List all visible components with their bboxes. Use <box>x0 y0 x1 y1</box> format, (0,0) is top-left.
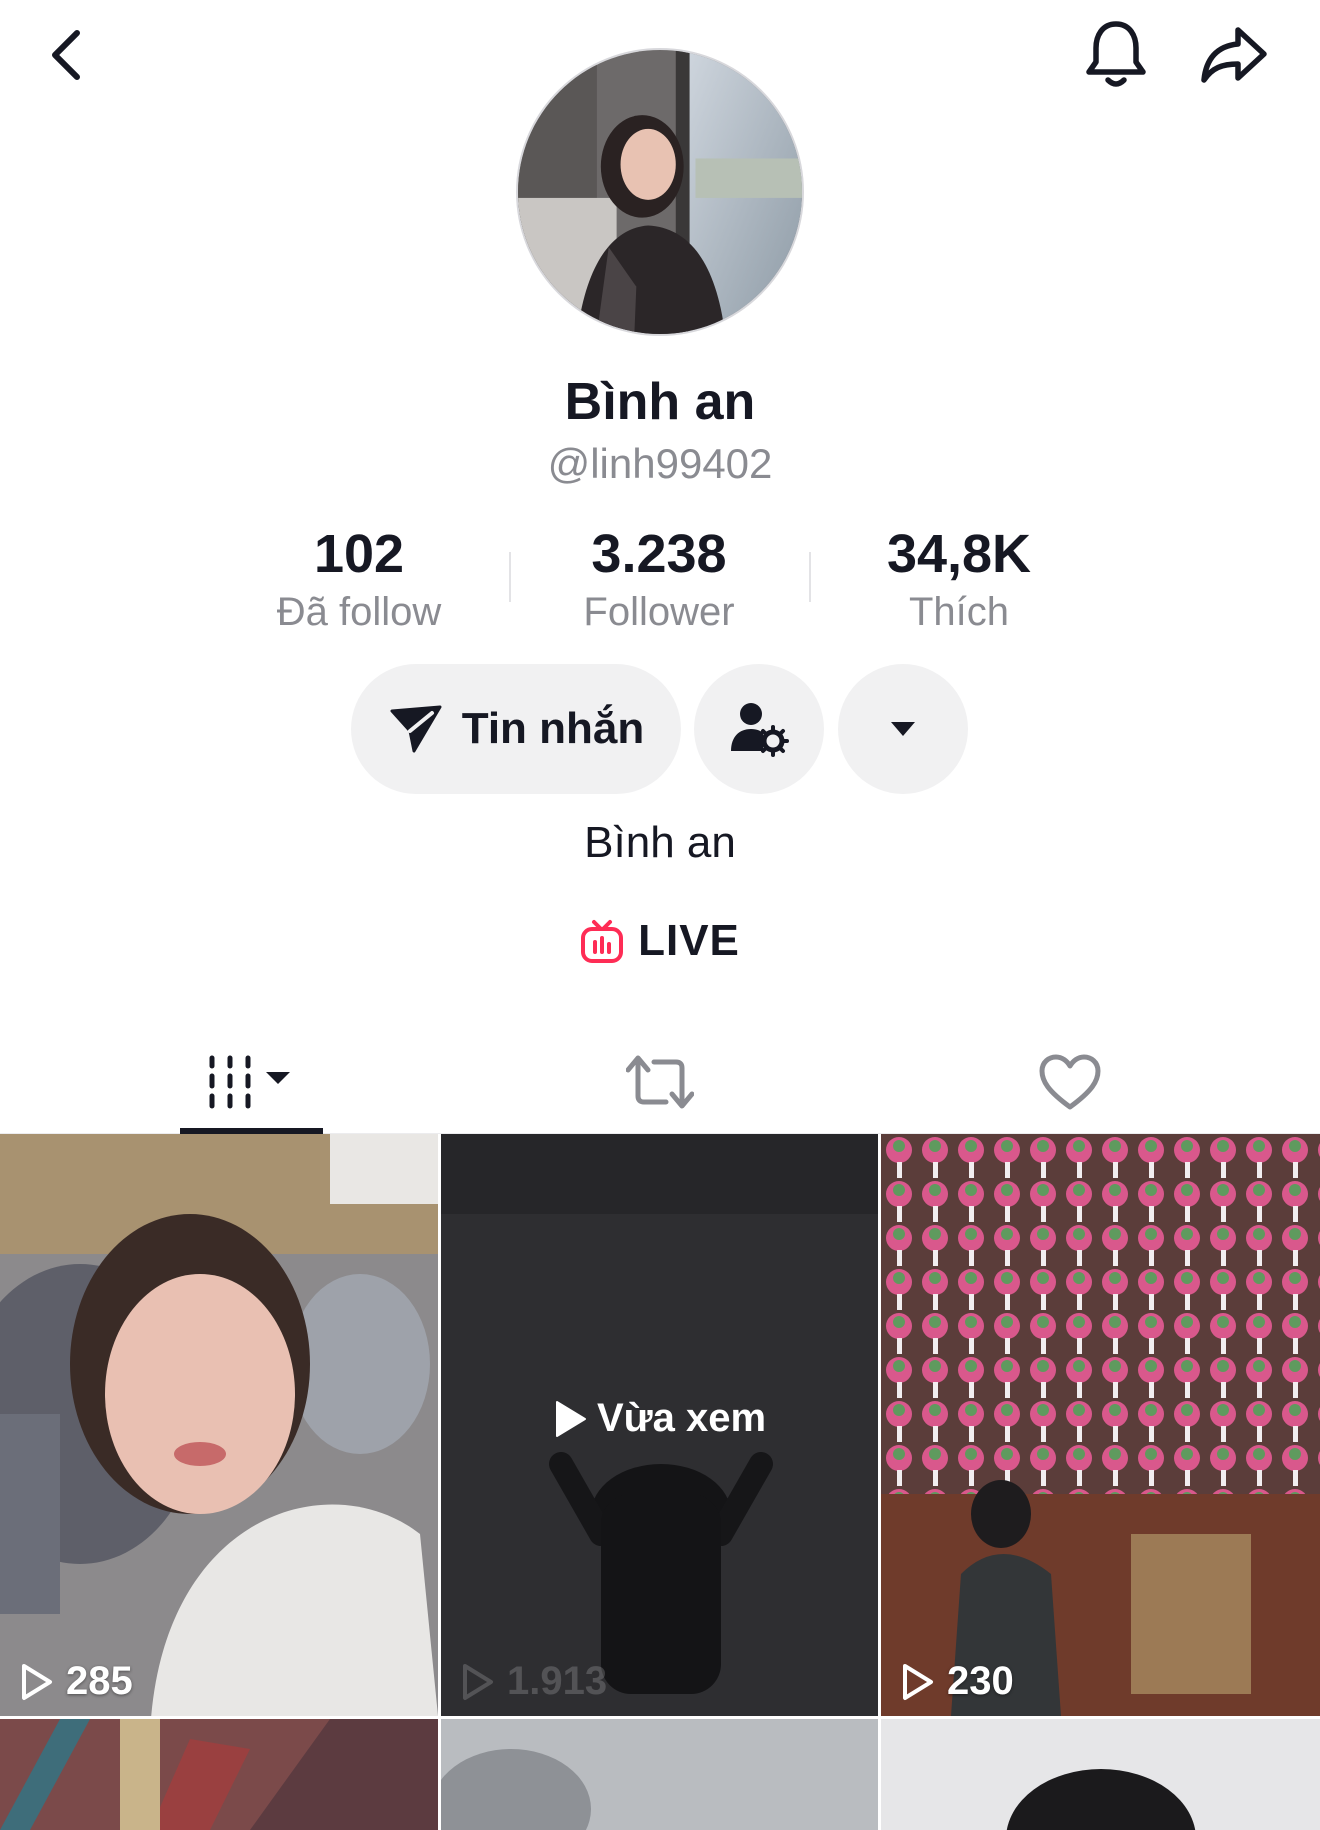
tab-reposts[interactable] <box>600 1030 720 1134</box>
view-count-text: 230 <box>947 1659 1014 1703</box>
profile-actions: Tin nhắn <box>0 664 1320 794</box>
video-thumbnail[interactable]: Vừa xem 1.913 <box>441 1134 878 1716</box>
play-outline-icon <box>22 1663 52 1700</box>
view-count: 285 <box>18 1659 133 1704</box>
view-count-text: 1.913 <box>507 1659 608 1703</box>
likes-stat[interactable]: 34,8K Thích <box>809 522 1109 636</box>
message-button-label: Tin nhắn <box>461 704 645 753</box>
username: @linh99402 <box>547 440 773 487</box>
send-icon <box>390 705 442 753</box>
video-thumbnail[interactable]: 285 <box>0 1134 438 1716</box>
tab-liked[interactable] <box>1010 1030 1130 1134</box>
share-button[interactable] <box>1196 20 1272 90</box>
play-outline-icon <box>463 1663 493 1700</box>
video-grid: 285 Vừa xem 1.913 230 <box>0 1134 1320 1830</box>
likes-count: 34,8K <box>886 524 1032 584</box>
tab-videos[interactable] <box>180 1030 323 1134</box>
video-thumbnail[interactable]: 230 <box>881 1134 1320 1716</box>
message-button[interactable]: Tin nhắn <box>351 664 681 794</box>
followers-stat[interactable]: 3.238 Follower <box>509 522 809 636</box>
video-thumbnail[interactable] <box>0 1719 438 1830</box>
followers-label: Follower <box>583 590 735 634</box>
back-arrow-icon <box>52 30 80 80</box>
play-icon <box>555 1400 586 1437</box>
more-options-button[interactable] <box>838 664 968 794</box>
user-gear-icon <box>731 703 789 757</box>
view-count: 230 <box>899 1659 1014 1704</box>
following-stat[interactable]: 102 Đã follow <box>209 522 509 636</box>
play-outline-icon <box>903 1663 933 1700</box>
view-count-text: 285 <box>66 1659 133 1703</box>
view-count: 1.913 <box>459 1659 607 1704</box>
likes-label: Thích <box>908 590 1010 634</box>
bell-icon <box>1086 21 1146 87</box>
avatar[interactable] <box>516 48 804 336</box>
video-thumbnail[interactable] <box>441 1719 878 1830</box>
content-tabs <box>0 1030 1320 1134</box>
live-link[interactable]: LIVE <box>0 916 1320 966</box>
live-tv-icon <box>581 920 624 963</box>
notifications-button[interactable] <box>1080 14 1152 94</box>
following-label: Đã follow <box>276 590 442 634</box>
recently-watched-overlay: Vừa xem <box>441 1396 878 1441</box>
grid-icon <box>209 1055 290 1109</box>
caret-down-icon <box>891 722 915 736</box>
share-icon <box>1201 27 1267 83</box>
followers-count: 3.238 <box>591 524 727 584</box>
repost-icon <box>626 1055 694 1109</box>
bio-text: Bình an <box>584 818 736 867</box>
profile-stats: 102 Đã follow 3.238 Follower 34,8K Thích <box>0 522 1320 634</box>
display-name: Bình an <box>564 373 756 431</box>
back-button[interactable] <box>30 20 100 90</box>
live-label: LIVE <box>638 916 740 965</box>
video-thumbnail[interactable] <box>881 1719 1320 1830</box>
following-count: 102 <box>313 524 405 584</box>
friend-settings-button[interactable] <box>694 664 824 794</box>
heart-icon <box>1039 1054 1101 1110</box>
recently-watched-label: Vừa xem <box>596 1396 767 1440</box>
